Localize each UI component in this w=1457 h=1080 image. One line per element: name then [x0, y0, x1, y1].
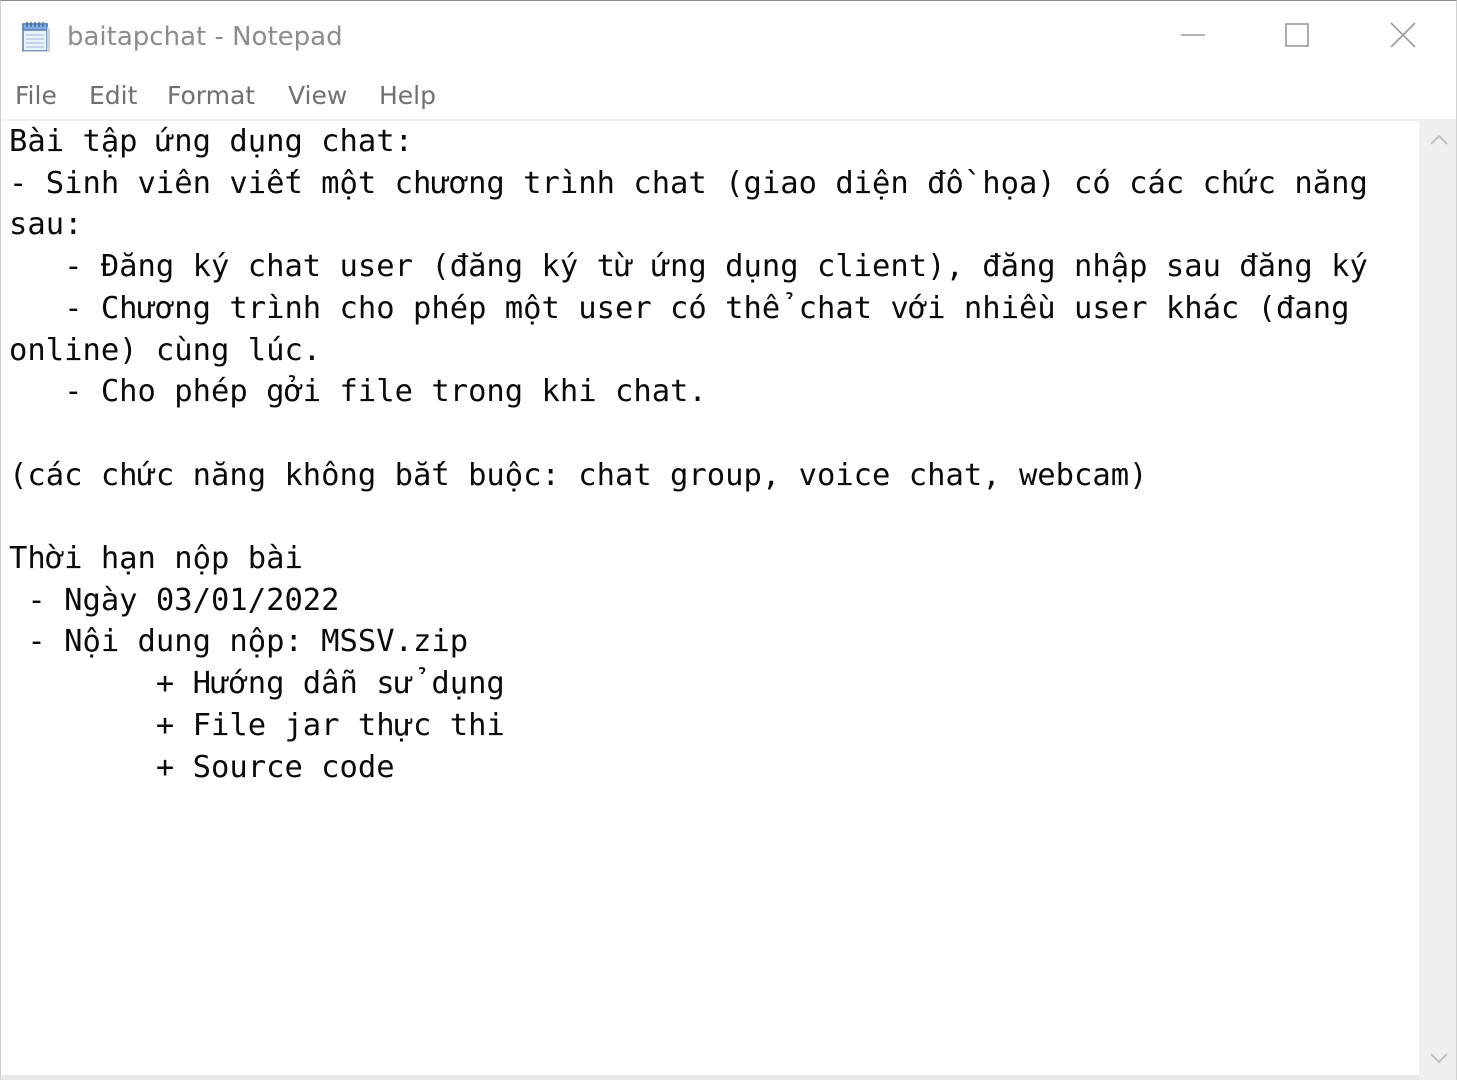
menu-help[interactable]: Help [379, 79, 436, 113]
notepad-icon[interactable] [19, 19, 53, 53]
menu-edit[interactable]: Edit [89, 79, 137, 113]
close-button[interactable] [1351, 1, 1455, 73]
menu-format[interactable]: Format [167, 79, 255, 113]
minimize-button[interactable] [1141, 1, 1245, 73]
text-editor[interactable]: Bài tập ứng dụng chat: - Sinh viên viết … [1, 121, 1419, 1080]
close-icon [1390, 22, 1416, 52]
maximize-icon [1284, 22, 1310, 52]
vertical-scrollbar[interactable] [1419, 121, 1456, 1080]
window-bottom-edge [1, 1075, 1419, 1080]
title-bar[interactable]: baitapchat - Notepad [1, 1, 1456, 73]
chevron-down-icon [1429, 1050, 1449, 1069]
menu-bar: File Edit Format View Help [1, 73, 1456, 119]
scroll-down-button[interactable] [1419, 1037, 1456, 1080]
scroll-up-button[interactable] [1419, 121, 1456, 161]
window-title: baitapchat - Notepad [67, 22, 343, 52]
chevron-up-icon [1429, 132, 1449, 151]
editor-content[interactable]: Bài tập ứng dụng chat: - Sinh viên viết … [9, 121, 1368, 788]
maximize-button[interactable] [1245, 1, 1349, 73]
minimize-icon [1180, 22, 1206, 52]
menu-file[interactable]: File [15, 79, 57, 113]
menu-view[interactable]: View [288, 79, 347, 113]
notepad-window: baitapchat - Notepad File Edit Format Vi… [0, 0, 1457, 1080]
